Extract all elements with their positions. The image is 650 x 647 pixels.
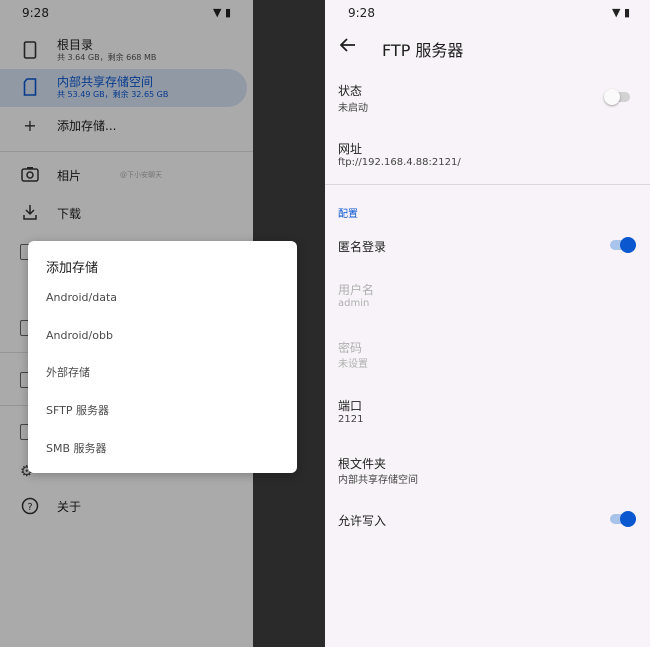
status-time: 9:28 [348, 6, 375, 20]
page-title: FTP 服务器 [382, 41, 464, 60]
status-switch[interactable] [604, 89, 630, 105]
pref-summary: 内部共享存储空间 [338, 475, 418, 486]
section-divider [325, 184, 650, 185]
pref-summary: ftp://192.168.4.88:2121/ [338, 157, 461, 168]
pref-title: 匿名登录 [338, 240, 387, 254]
pref-summary: 未启动 [338, 103, 368, 114]
dialog-option-smb-server[interactable]: SMB 服务器 [46, 434, 276, 464]
pref-title: 端口 [338, 399, 363, 413]
status-bar: 9:28 ▼ ▮ [325, 0, 650, 26]
pref-title: 根文件夹 [338, 457, 387, 471]
pref-summary: 2121 [338, 414, 364, 425]
left-pane: ⋮ ⋮ ⋮ ⋮ ⋮ ⋮ ⋮ ⋮ ⋮ ⋮ 9:28 ▼ ▮ 根目录 共 3.64 … [0, 0, 325, 647]
allow-write-switch[interactable] [610, 511, 636, 527]
pref-summary: 未设置 [338, 359, 368, 370]
dialog-option-android-data[interactable]: Android/data [46, 283, 276, 313]
pref-title: 密码 [338, 341, 363, 355]
wifi-battery-icon: ▼ ▮ [611, 6, 630, 19]
add-storage-dialog: 添加存储 Android/data Android/obb 外部存储 SFTP … [28, 241, 297, 473]
anonymous-login-switch[interactable] [610, 237, 636, 253]
dialog-option-android-obb[interactable]: Android/obb [46, 321, 276, 351]
section-header: 配置 [338, 209, 358, 220]
switch-thumb [604, 89, 620, 105]
dialog-title: 添加存储 [46, 261, 99, 276]
pref-title: 允许写入 [338, 514, 387, 528]
dialog-option-external-storage[interactable]: 外部存储 [46, 358, 276, 388]
right-pane: 9:28 ▼ ▮ FTP 服务器 状态 未启动 网址 ftp://192.168… [325, 0, 650, 647]
pref-title: 状态 [338, 84, 363, 98]
pref-title: 网址 [338, 142, 363, 156]
switch-thumb [620, 511, 636, 527]
back-arrow-icon[interactable] [339, 36, 359, 56]
switch-thumb [620, 237, 636, 253]
dialog-option-sftp-server[interactable]: SFTP 服务器 [46, 396, 276, 426]
pref-title: 用户名 [338, 283, 375, 297]
pref-summary: admin [338, 298, 370, 309]
